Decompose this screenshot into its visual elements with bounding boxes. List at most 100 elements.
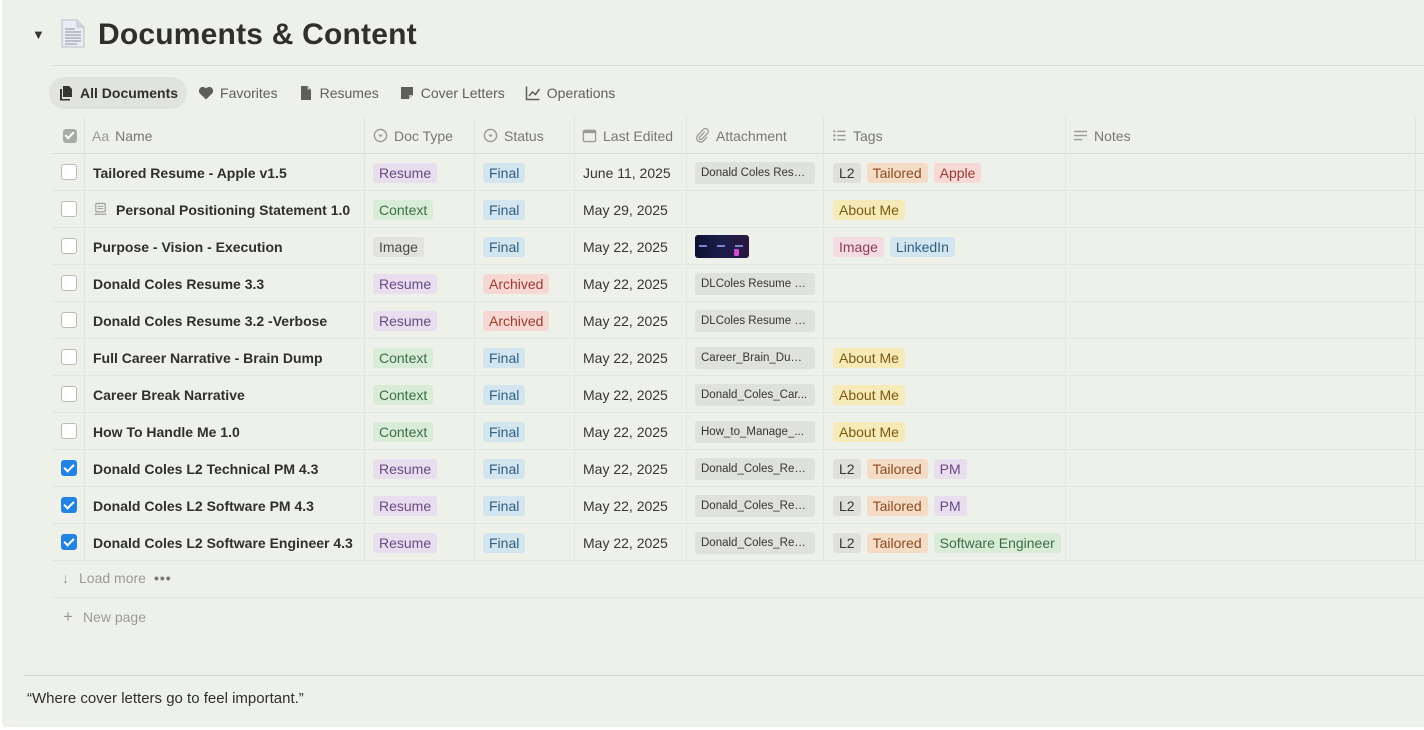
attachment-cell[interactable]: Career_Brain_Dum... [695,339,815,376]
attachment-cell[interactable]: How_to_Manage_... [695,413,815,450]
tags-cell[interactable]: Image LinkedIn [833,228,961,265]
table-row[interactable]: Purpose - Vision - Execution Image Final Ma… [52,228,1424,265]
tab-resumes[interactable]: Resumes [289,77,388,109]
notes-cell[interactable] [1073,228,1413,265]
column-header-doc-type[interactable]: Doc Type [373,117,453,154]
column-header-last-edited[interactable]: Last Edited [582,117,673,154]
row-checkbox[interactable] [61,497,77,513]
attachment-cell[interactable]: DLColes Resume 3... [695,265,815,302]
tags-cell[interactable]: L2 Tailored PM [833,487,973,524]
notes-cell[interactable] [1073,265,1413,302]
table-row[interactable]: Donald Coles Resume 3.3 Resume Archived May… [52,265,1424,302]
table-row[interactable]: Donald Coles Resume 3.2 -Verbose Resume Ar… [52,302,1424,339]
tags-cell[interactable]: About Me [833,413,911,450]
table-row[interactable]: Donald Coles L2 Technical PM 4.3 Resume Fi… [52,450,1424,487]
notes-cell[interactable] [1073,413,1413,450]
status-cell[interactable]: Final [483,376,531,413]
table-row[interactable]: Donald Coles L2 Software Engineer 4.3 Res… [52,524,1424,561]
notes-cell[interactable] [1073,339,1413,376]
tags-cell[interactable]: L2 Tailored Software Engineer [833,524,1067,561]
notes-cell[interactable] [1073,302,1413,339]
tab-operations[interactable]: Operations [516,77,624,109]
row-checkbox[interactable] [61,423,77,439]
doc-type-cell[interactable]: Resume [373,302,443,339]
table-row[interactable]: Donald Coles L2 Software PM 4.3 Resume Fin… [52,487,1424,524]
tab-favorites[interactable]: Favorites [189,77,287,109]
row-checkbox[interactable] [61,201,77,217]
name-cell[interactable]: Donald Coles Resume 3.3 [93,265,361,302]
name-cell[interactable]: Career Break Narrative [93,376,361,413]
name-cell[interactable]: Donald Coles L2 Software PM 4.3 [93,487,361,524]
doc-type-cell[interactable]: Image [373,228,430,265]
name-cell[interactable]: Tailored Resume - Apple v1.5 [93,154,361,191]
notes-cell[interactable] [1073,154,1413,191]
row-checkbox[interactable] [61,275,77,291]
tags-cell[interactable]: About Me [833,376,911,413]
attachment-cell[interactable]: Donald_Coles_Res... [695,450,815,487]
column-header-tags[interactable]: Tags [832,117,883,154]
doc-type-cell[interactable]: Resume [373,450,443,487]
attachment-cell[interactable]: Donald Coles Resu... [695,154,815,191]
more-options-icon[interactable]: ••• [154,570,172,586]
attachment-cell[interactable]: Donald_Coles_Res... [695,487,815,524]
doc-type-cell[interactable]: Resume [373,265,443,302]
attachment-file[interactable]: DLColes Resume 3... [695,309,815,332]
new-page-button[interactable]: + New page [63,607,146,627]
status-cell[interactable]: Final [483,524,531,561]
notes-cell[interactable] [1073,376,1413,413]
tab-cover-letters[interactable]: Cover Letters [390,77,514,109]
status-cell[interactable]: Final [483,487,531,524]
name-cell[interactable]: How To Handle Me 1.0 [93,413,361,450]
attachment-file[interactable]: DLColes Resume 3... [695,272,815,295]
row-checkbox[interactable] [61,534,77,550]
tags-cell[interactable]: About Me [833,339,911,376]
doc-type-cell[interactable]: Context [373,339,439,376]
attachment-file[interactable]: Donald Coles Resu... [695,161,815,184]
table-row[interactable]: Full Career Narrative - Brain Dump Contex… [52,339,1424,376]
load-more-button[interactable]: ↓ Load more ••• [62,570,172,586]
attachment-file[interactable]: Career_Brain_Dum... [695,346,815,369]
table-row[interactable]: Tailored Resume - Apple v1.5 Resume Final J… [52,154,1424,191]
doc-type-cell[interactable]: Resume [373,154,443,191]
row-checkbox[interactable] [61,312,77,328]
status-cell[interactable]: Final [483,191,531,228]
name-cell[interactable]: Donald Coles Resume 3.2 -Verbose [93,302,361,339]
column-header-status[interactable]: Status [483,117,544,154]
status-cell[interactable]: Archived [483,302,555,339]
status-cell[interactable]: Archived [483,265,555,302]
attachment-thumbnail[interactable] [695,235,749,258]
row-checkbox[interactable] [61,164,77,180]
table-row[interactable]: Personal Positioning Statement 1.0 Contex… [52,191,1424,228]
status-cell[interactable]: Final [483,413,531,450]
column-header-notes[interactable]: Notes [1073,117,1131,154]
attachment-file[interactable]: Donald_Coles_Res... [695,457,815,480]
status-cell[interactable]: Final [483,339,531,376]
table-row[interactable]: Career Break Narrative Context Final May 22… [52,376,1424,413]
status-cell[interactable]: Final [483,228,531,265]
attachment-cell[interactable]: Donald_Coles_Res... [695,524,815,561]
row-checkbox[interactable] [61,349,77,365]
status-cell[interactable]: Final [483,154,531,191]
doc-type-cell[interactable]: Context [373,413,439,450]
doc-type-cell[interactable]: Resume [373,487,443,524]
status-cell[interactable]: Final [483,450,531,487]
column-header-attachment[interactable]: Attachment [695,117,787,154]
name-cell[interactable]: Purpose - Vision - Execution [93,228,361,265]
attachment-cell[interactable]: DLColes Resume 3... [695,302,815,339]
attachment-file[interactable]: Donald_Coles_Car... [695,383,815,406]
attachment-file[interactable]: Donald_Coles_Res... [695,494,815,517]
attachment-file[interactable]: Donald_Coles_Res... [695,531,815,554]
column-header-name[interactable]: Aa Name [92,117,152,154]
tab-all-documents[interactable]: All Documents [49,77,188,109]
name-cell[interactable]: Donald Coles L2 Software Engineer 4.3 [93,524,361,561]
doc-type-cell[interactable]: Resume [373,524,443,561]
notes-cell[interactable] [1073,450,1413,487]
tags-cell[interactable]: L2 Tailored PM [833,450,973,487]
notes-cell[interactable] [1073,524,1413,561]
attachment-cell[interactable] [695,228,749,265]
doc-type-cell[interactable]: Context [373,191,439,228]
name-cell[interactable]: Donald Coles L2 Technical PM 4.3 [93,450,361,487]
table-row[interactable]: How To Handle Me 1.0 Context Final May 22, … [52,413,1424,450]
notes-cell[interactable] [1073,191,1413,228]
row-checkbox[interactable] [61,238,77,254]
